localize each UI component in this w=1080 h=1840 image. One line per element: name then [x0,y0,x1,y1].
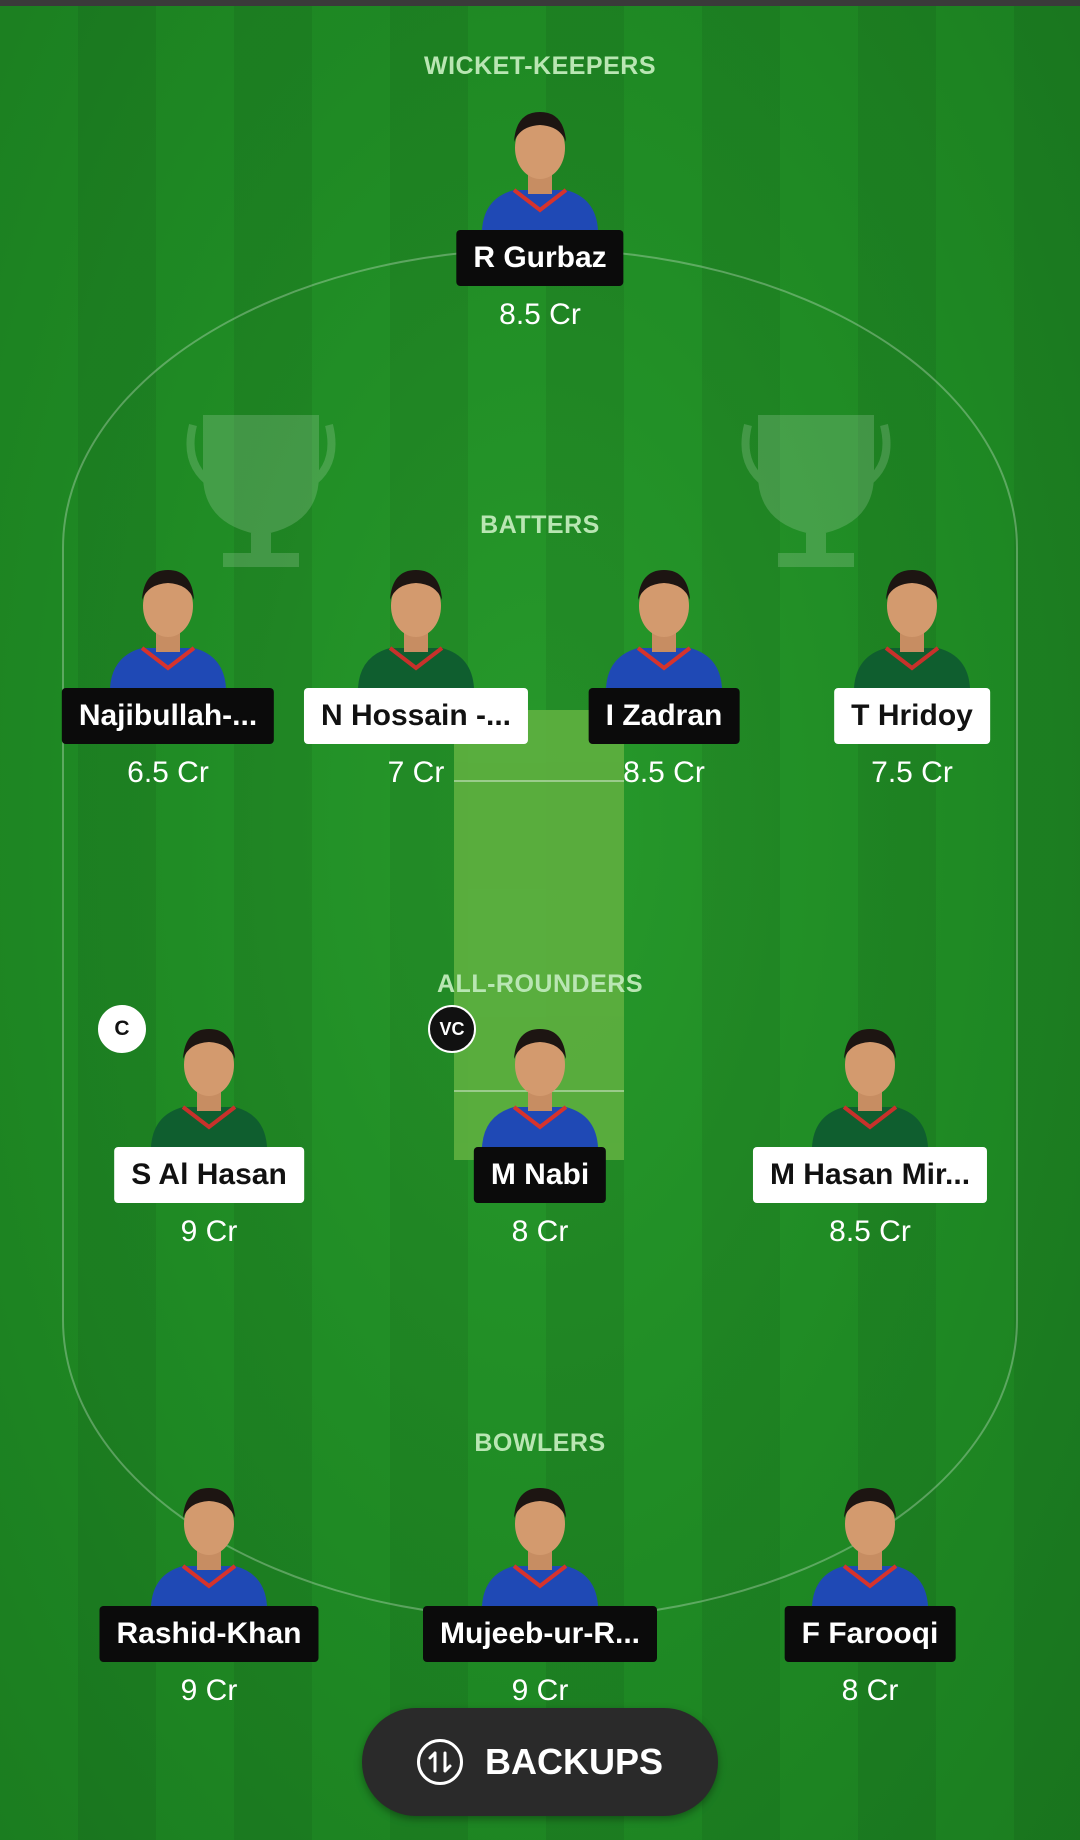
player-avatar [482,1488,598,1606]
player-avatar [482,1029,598,1147]
player-credit: 6.5 Cr [127,756,209,789]
backups-button[interactable]: BACKUPS [362,1708,718,1816]
section-label-wicket-keepers: WICKET-KEEPERS [423,52,657,80]
player-avatar [812,1029,928,1147]
player-name: I Zadran [588,688,740,744]
watermark-trophy-icon [741,415,891,567]
player-card-f-farooqi[interactable]: F Farooqi 8 Cr [740,1476,1000,1707]
player-credit: 9 Cr [180,1674,238,1707]
section-label-batters: BATTERS [480,511,600,539]
player-card-m-hasan-miraz[interactable]: M Hasan Mir... 8.5 Cr [740,1017,1000,1248]
section-label-all-rounders: ALL-ROUNDERS [437,970,643,998]
swap-icon [416,1739,463,1785]
player-name: T Hridoy [834,688,990,744]
player-avatar [358,570,474,688]
player-avatar [110,570,226,688]
player-name: Mujeeb-ur-R... [423,1606,657,1662]
player-name: S Al Hasan [114,1147,304,1203]
player-name: M Nabi [473,1147,607,1203]
player-name: R Gurbaz [456,230,624,286]
player-card-mujeeb[interactable]: Mujeeb-ur-R... 9 Cr [410,1476,670,1707]
player-credit: 9 Cr [180,1215,238,1248]
player-name: Najibullah-... [61,688,275,744]
player-name: Rashid-Khan [99,1606,319,1662]
player-card-n-hossain[interactable]: N Hossain -... 7 Cr [286,558,546,789]
player-name: N Hossain -... [303,688,529,744]
player-credit: 8.5 Cr [499,298,581,331]
player-name: M Hasan Mir... [752,1147,988,1203]
player-card-r-gurbaz[interactable]: R Gurbaz 8.5 Cr [410,100,670,331]
player-avatar [606,570,722,688]
player-avatar [812,1488,928,1606]
player-card-i-zadran[interactable]: I Zadran 8.5 Cr [534,558,794,789]
status-bar-strip [0,0,1080,6]
player-credit: 8 Cr [841,1674,899,1707]
player-credit: 7 Cr [387,756,445,789]
player-avatar [151,1029,267,1147]
player-avatar [482,112,598,230]
player-credit: 9 Cr [511,1674,569,1707]
section-label-bowlers: BOWLERS [474,1429,606,1457]
captain-badge: C [98,1005,146,1053]
backups-label: BACKUPS [484,1741,663,1782]
player-avatar [854,570,970,688]
player-credit: 8.5 Cr [829,1215,911,1248]
player-card-t-hridoy[interactable]: T Hridoy 7.5 Cr [782,558,1042,789]
watermark-trophy-icon [186,415,336,567]
player-credit: 8 Cr [511,1215,569,1248]
player-credit: 7.5 Cr [871,756,953,789]
vice-captain-badge: VC [428,1005,476,1053]
player-card-rashid-khan[interactable]: Rashid-Khan 9 Cr [79,1476,339,1707]
player-credit: 8.5 Cr [623,756,705,789]
player-name: F Farooqi [784,1606,956,1662]
player-avatar [151,1488,267,1606]
player-card-najibullah[interactable]: Najibullah-... 6.5 Cr [38,558,298,789]
